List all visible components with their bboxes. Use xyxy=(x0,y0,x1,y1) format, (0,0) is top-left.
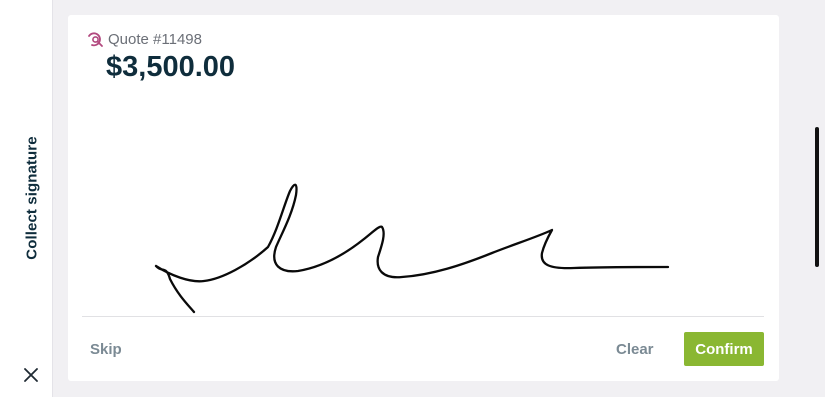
sidebar: Collect signature xyxy=(0,0,53,397)
quote-number: Quote #11498 xyxy=(108,30,202,48)
signature-baseline xyxy=(82,316,764,317)
signature-card: Quote #11498 $3,500.00 Skip Clear Confir… xyxy=(68,15,779,381)
skip-button[interactable]: Skip xyxy=(90,338,122,360)
quote-icon xyxy=(88,32,103,47)
sidebar-title: Collect signature xyxy=(23,136,41,260)
close-icon[interactable] xyxy=(22,366,40,384)
quote-header: Quote #11498 xyxy=(86,30,202,48)
signature-stroke xyxy=(154,183,670,314)
signature-pad[interactable] xyxy=(82,115,764,315)
scrollbar[interactable] xyxy=(815,127,819,267)
confirm-button[interactable]: Confirm xyxy=(684,332,764,366)
quote-amount: $3,500.00 xyxy=(106,51,236,83)
clear-button[interactable]: Clear xyxy=(616,338,654,360)
